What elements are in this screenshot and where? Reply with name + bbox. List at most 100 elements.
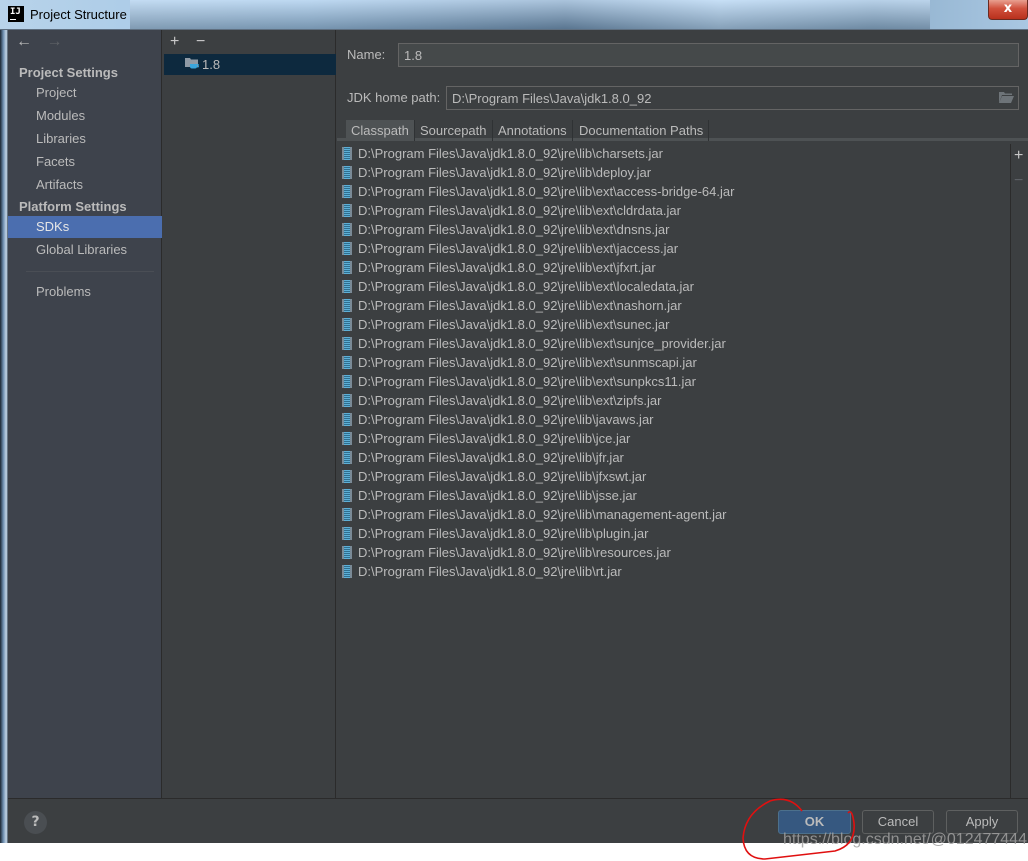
classpath-entry-path: D:\Program Files\Java\jdk1.8.0_92\jre\li…	[358, 412, 654, 427]
sidebar-item-sdks[interactable]: SDKs	[8, 216, 162, 238]
jar-file-icon	[342, 242, 352, 255]
title-bar[interactable]: IJ Project Structure x	[0, 0, 1028, 30]
classpath-entry[interactable]: D:\Program Files\Java\jdk1.8.0_92\jre\li…	[340, 277, 1000, 296]
classpath-entry-path: D:\Program Files\Java\jdk1.8.0_92\jre\li…	[358, 298, 682, 313]
classpath-entry-path: D:\Program Files\Java\jdk1.8.0_92\jre\li…	[358, 564, 622, 579]
classpath-entry-path: D:\Program Files\Java\jdk1.8.0_92\jre\li…	[358, 203, 681, 218]
name-label: Name:	[347, 47, 386, 62]
add-sdk-icon[interactable]: +	[170, 33, 179, 51]
classpath-entry-path: D:\Program Files\Java\jdk1.8.0_92\jre\li…	[358, 146, 663, 161]
browse-folder-icon[interactable]	[998, 91, 1014, 104]
jar-file-icon	[342, 565, 352, 578]
project-structure-dialog: IJ Project Structure x ← → Project Setti…	[0, 0, 1028, 861]
jar-file-icon	[342, 432, 352, 445]
classpath-entry[interactable]: D:\Program Files\Java\jdk1.8.0_92\jre\li…	[340, 410, 1000, 429]
jar-file-icon	[342, 337, 352, 350]
jar-file-icon	[342, 489, 352, 502]
window-frame	[0, 30, 8, 861]
jar-file-icon	[342, 185, 352, 198]
sidebar-item-project[interactable]: Project	[8, 82, 162, 104]
sidebar-item-libraries[interactable]: Libraries	[8, 128, 162, 150]
classpath-entry[interactable]: D:\Program Files\Java\jdk1.8.0_92\jre\li…	[340, 391, 1000, 410]
sidebar-item-artifacts[interactable]: Artifacts	[8, 174, 162, 196]
classpath-entry[interactable]: D:\Program Files\Java\jdk1.8.0_92\jre\li…	[340, 239, 1000, 258]
classpath-entry[interactable]: D:\Program Files\Java\jdk1.8.0_92\jre\li…	[340, 448, 1000, 467]
tab-annotations[interactable]: Annotations	[493, 120, 573, 141]
classpath-entry-path: D:\Program Files\Java\jdk1.8.0_92\jre\li…	[358, 431, 631, 446]
jar-file-icon	[342, 166, 352, 179]
sidebar-item-facets[interactable]: Facets	[8, 151, 162, 173]
classpath-entry[interactable]: D:\Program Files\Java\jdk1.8.0_92\jre\li…	[340, 429, 1000, 448]
help-button[interactable]: ?	[24, 811, 47, 834]
window-title: Project Structure	[30, 7, 127, 22]
sidebar-item-global-libraries[interactable]: Global Libraries	[8, 239, 162, 261]
jar-file-icon	[342, 375, 352, 388]
section-header-project-settings: Project Settings	[19, 65, 118, 80]
classpath-entry-path: D:\Program Files\Java\jdk1.8.0_92\jre\li…	[358, 336, 726, 351]
intellij-app-icon: IJ	[8, 6, 24, 22]
title-bar-background	[130, 0, 930, 29]
jdk-home-path-field[interactable]	[446, 86, 1019, 110]
jar-file-icon	[342, 147, 352, 160]
classpath-entry-path: D:\Program Files\Java\jdk1.8.0_92\jre\li…	[358, 507, 727, 522]
classpath-entry[interactable]: D:\Program Files\Java\jdk1.8.0_92\jre\li…	[340, 562, 1000, 581]
classpath-entry[interactable]: D:\Program Files\Java\jdk1.8.0_92\jre\li…	[340, 353, 1000, 372]
jar-file-icon	[342, 261, 352, 274]
section-header-platform-settings: Platform Settings	[19, 199, 127, 214]
classpath-entry-path: D:\Program Files\Java\jdk1.8.0_92\jre\li…	[358, 545, 671, 560]
jar-file-icon	[342, 527, 352, 540]
classpath-entry-path: D:\Program Files\Java\jdk1.8.0_92\jre\li…	[358, 165, 652, 180]
jdk-folder-icon	[185, 58, 199, 69]
classpath-entry-path: D:\Program Files\Java\jdk1.8.0_92\jre\li…	[358, 241, 679, 256]
forward-arrow-icon[interactable]: →	[46, 33, 62, 51]
jar-file-icon	[342, 356, 352, 369]
classpath-entry-path: D:\Program Files\Java\jdk1.8.0_92\jre\li…	[358, 393, 662, 408]
classpath-entry[interactable]: D:\Program Files\Java\jdk1.8.0_92\jre\li…	[340, 486, 1000, 505]
classpath-entry[interactable]: D:\Program Files\Java\jdk1.8.0_92\jre\li…	[340, 505, 1000, 524]
back-arrow-icon[interactable]: ←	[16, 33, 32, 51]
remove-path-icon[interactable]: −	[1014, 172, 1023, 190]
classpath-entry-path: D:\Program Files\Java\jdk1.8.0_92\jre\li…	[358, 526, 649, 541]
jar-file-icon	[342, 394, 352, 407]
classpath-entry-path: D:\Program Files\Java\jdk1.8.0_92\jre\li…	[358, 222, 670, 237]
remove-sdk-icon[interactable]: −	[196, 33, 205, 51]
jar-file-icon	[342, 508, 352, 521]
navigation-arrows: ← →	[16, 33, 72, 51]
jar-file-icon	[342, 280, 352, 293]
classpath-entry[interactable]: D:\Program Files\Java\jdk1.8.0_92\jre\li…	[340, 220, 1000, 239]
sidebar-item-problems[interactable]: Problems	[8, 281, 162, 303]
jdk-home-path-label: JDK home path:	[347, 90, 441, 105]
classpath-entry[interactable]: D:\Program Files\Java\jdk1.8.0_92\jre\li…	[340, 372, 1000, 391]
close-button[interactable]: x	[988, 0, 1028, 20]
tab-classpath[interactable]: Classpath	[346, 120, 415, 141]
classpath-entry[interactable]: D:\Program Files\Java\jdk1.8.0_92\jre\li…	[340, 163, 1000, 182]
classpath-entry[interactable]: D:\Program Files\Java\jdk1.8.0_92\jre\li…	[340, 258, 1000, 277]
classpath-entry[interactable]: D:\Program Files\Java\jdk1.8.0_92\jre\li…	[340, 315, 1000, 334]
classpath-entry-path: D:\Program Files\Java\jdk1.8.0_92\jre\li…	[358, 279, 694, 294]
add-path-icon[interactable]: +	[1014, 147, 1023, 165]
jar-file-icon	[342, 451, 352, 464]
classpath-entry-path: D:\Program Files\Java\jdk1.8.0_92\jre\li…	[358, 469, 647, 484]
classpath-entry[interactable]: D:\Program Files\Java\jdk1.8.0_92\jre\li…	[340, 144, 1000, 163]
classpath-entry[interactable]: D:\Program Files\Java\jdk1.8.0_92\jre\li…	[340, 467, 1000, 486]
tab-sourcepath[interactable]: Sourcepath	[415, 120, 493, 141]
classpath-entry[interactable]: D:\Program Files\Java\jdk1.8.0_92\jre\li…	[340, 524, 1000, 543]
name-field[interactable]	[398, 43, 1019, 67]
classpath-entry[interactable]: D:\Program Files\Java\jdk1.8.0_92\jre\li…	[340, 201, 1000, 220]
classpath-entry[interactable]: D:\Program Files\Java\jdk1.8.0_92\jre\li…	[340, 182, 1000, 201]
watermark-text: https://blog.csdn.net/@012477444	[783, 831, 1027, 848]
classpath-entry-path: D:\Program Files\Java\jdk1.8.0_92\jre\li…	[358, 488, 637, 503]
jar-file-icon	[342, 318, 352, 331]
sidebar-separator	[26, 271, 154, 272]
jar-file-icon	[342, 470, 352, 483]
classpath-entry[interactable]: D:\Program Files\Java\jdk1.8.0_92\jre\li…	[340, 334, 1000, 353]
jar-file-icon	[342, 546, 352, 559]
classpath-entry-path: D:\Program Files\Java\jdk1.8.0_92\jre\li…	[358, 450, 624, 465]
sidebar-item-modules[interactable]: Modules	[8, 105, 162, 127]
sdk-list-item-label: 1.8	[202, 57, 221, 72]
classpath-entry-path: D:\Program Files\Java\jdk1.8.0_92\jre\li…	[358, 260, 656, 275]
jar-file-icon	[342, 223, 352, 236]
classpath-entry[interactable]: D:\Program Files\Java\jdk1.8.0_92\jre\li…	[340, 296, 1000, 315]
classpath-entry[interactable]: D:\Program Files\Java\jdk1.8.0_92\jre\li…	[340, 543, 1000, 562]
tab-documentation-paths[interactable]: Documentation Paths	[574, 120, 710, 141]
